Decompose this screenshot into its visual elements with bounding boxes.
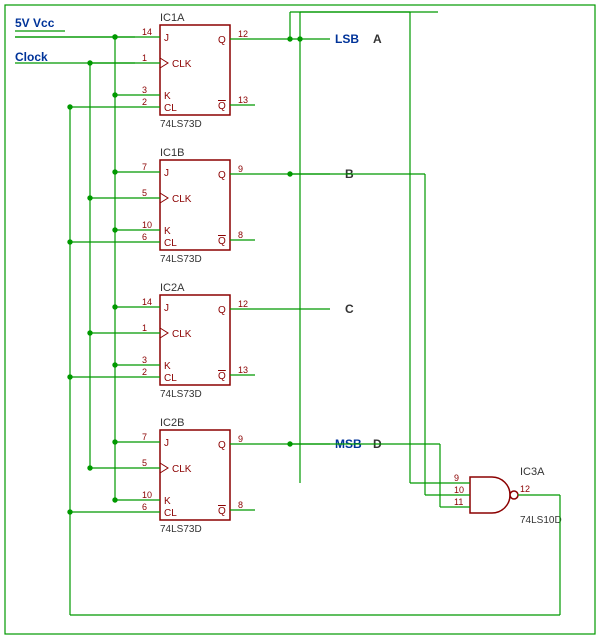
pin-lbl: K [164,226,171,237]
clock-label: Clock [15,50,48,64]
junction [112,362,117,367]
pin-lbl: CLK [172,194,192,205]
nand-part: 74LS10D [520,515,562,526]
svg-text:11: 11 [454,497,463,507]
junction [67,509,72,514]
pin-lbl: CLK [172,464,192,475]
pin-lbl-qbar: Q [218,506,226,517]
pin-lbl: CL [164,508,177,519]
ff-part: 74LS73D [160,254,202,265]
pin-lbl: J [164,33,169,44]
junction [112,92,117,97]
svg-text:12: 12 [520,484,530,494]
svg-text:9: 9 [454,473,459,483]
nand-body [470,477,510,513]
pin-lbl: Q [218,170,226,181]
pin-num: 14 [142,297,152,307]
ff-ref: IC2B [160,417,184,429]
pin-lbl: K [164,496,171,507]
pin-num: 1 [142,323,147,333]
svg-text:10: 10 [454,485,464,495]
junction [87,60,92,65]
pin-num: 5 [142,458,147,468]
pin-lbl: K [164,91,171,102]
pin-num: 6 [142,502,147,512]
pin-num: 10 [142,220,152,230]
pin-lbl: Q [218,305,226,316]
ff-ref: IC2A [160,282,185,294]
pin-num: 2 [142,367,147,377]
nand-ref: IC3A [520,466,545,478]
junction [112,169,117,174]
junction [112,227,117,232]
pin-num: 7 [142,432,147,442]
pin-num: 13 [238,365,248,375]
junction [87,330,92,335]
pin-lbl: K [164,361,171,372]
pin-num: 8 [238,500,243,510]
junction [87,195,92,200]
ff-ref: IC1A [160,12,185,24]
pin-num: 8 [238,230,243,240]
pin-lbl: CL [164,103,177,114]
pin-lbl: CLK [172,329,192,340]
pin-lbl-qbar: Q [218,101,226,112]
junction [67,104,72,109]
junction [67,374,72,379]
nand-bubble [510,491,518,499]
pin-num: 13 [238,95,248,105]
pin-lbl-qbar: Q [218,236,226,247]
pin-num: 7 [142,162,147,172]
pin-lbl: Q [218,35,226,46]
ff-part: 74LS73D [160,119,202,130]
ff-part: 74LS73D [160,524,202,535]
ff-part: 74LS73D [160,389,202,400]
out-letter: A [373,32,382,46]
pin-lbl: CL [164,373,177,384]
pin-lbl: J [164,303,169,314]
pin-num: 9 [238,164,243,174]
pin-num: 1 [142,53,147,63]
out-tag: LSB [335,32,359,46]
junction [87,465,92,470]
pin-num: 3 [142,85,147,95]
pin-num: 6 [142,232,147,242]
schematic-canvas: IC1A74LS73D14J1CLK3K2CL12Q13QIC1B74LS73D… [0,0,600,639]
pin-num: 5 [142,188,147,198]
pin-num: 12 [238,299,248,309]
junction [67,239,72,244]
junction [112,304,117,309]
junction [112,34,117,39]
pin-num: 3 [142,355,147,365]
pin-lbl: J [164,438,169,449]
junction [112,497,117,502]
pin-num: 14 [142,27,152,37]
pin-lbl: CL [164,238,177,249]
pin-num: 2 [142,97,147,107]
vcc-label: 5V Vcc [15,16,55,30]
ff-ref: IC1B [160,147,184,159]
junction [112,439,117,444]
pin-lbl: Q [218,440,226,451]
pin-num: 10 [142,490,152,500]
pin-lbl-qbar: Q [218,371,226,382]
pin-num: 12 [238,29,248,39]
pin-lbl: CLK [172,59,192,70]
pin-lbl: J [164,168,169,179]
pin-num: 9 [238,434,243,444]
out-letter: C [345,302,354,316]
